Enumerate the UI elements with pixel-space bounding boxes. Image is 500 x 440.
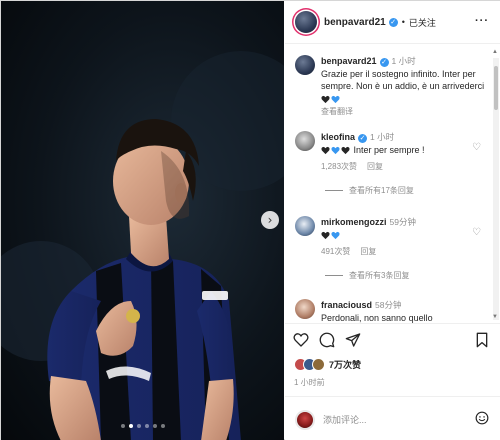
- comment-item: franaciousd 58分钟 Perdonali, non sanno que…: [295, 299, 485, 323]
- liker-avatar: [312, 358, 325, 371]
- view-replies-label: 查看所有3条回复: [349, 270, 410, 280]
- comment-username[interactable]: kleofina: [321, 132, 355, 142]
- add-comment-input[interactable]: [323, 414, 453, 425]
- comment-avatar[interactable]: [295, 216, 315, 236]
- blue-heart-icon: [331, 145, 341, 155]
- blue-heart-icon: [331, 94, 341, 104]
- caption-text: Grazie per il sostegno infinito. Inter p…: [321, 68, 485, 92]
- carousel-dot: [136, 424, 141, 428]
- player-photo-illustration: [1, 51, 284, 440]
- post-header: benpavard21 ✓ • 已关注 ···: [285, 1, 500, 44]
- post-photo[interactable]: ›: [1, 1, 284, 440]
- reply-button[interactable]: 回复: [367, 162, 383, 171]
- post-sidebar: benpavard21 ✓ • 已关注 ··· benpavard21 ✓ 1 小时…: [285, 1, 500, 440]
- verified-badge-icon: ✓: [388, 17, 398, 27]
- comment-time: 59分钟: [389, 217, 416, 227]
- verified-badge-icon: ✓: [379, 58, 389, 67]
- like-heart-icon[interactable]: [293, 332, 309, 348]
- carousel-dot: [128, 424, 133, 428]
- blue-heart-icon: [331, 230, 341, 240]
- add-comment-bar: [285, 396, 500, 440]
- caption-time: 1 小时: [391, 56, 416, 66]
- carousel-dot: [160, 424, 165, 428]
- instagram-post-window: › benpavard21 ✓ • 已关注 ··· benpavard21 ✓ 1 …: [0, 0, 500, 440]
- carousel-dots: [1, 424, 284, 428]
- black-heart-icon: [321, 145, 331, 155]
- comment-avatar[interactable]: [295, 131, 315, 151]
- author-avatar[interactable]: [295, 11, 317, 33]
- black-heart-icon: [341, 145, 351, 155]
- carousel-dot: [144, 424, 149, 428]
- caption: benpavard21 ✓ 1 小时 Grazie per il sostegno …: [295, 55, 485, 119]
- comment-bubble-icon[interactable]: [319, 332, 335, 348]
- current-user-avatar: [295, 409, 315, 430]
- post-actions: 7万次赞 1 小时前: [285, 323, 500, 440]
- posted-time: 1 小时前: [294, 378, 325, 387]
- caption-username[interactable]: benpavard21: [321, 56, 377, 66]
- comment-item: mirkomengozzi 59分钟 491次赞 回复 ♡ 查看所有3条回复: [295, 216, 485, 281]
- comment-username[interactable]: mirkomengozzi: [321, 217, 387, 227]
- share-paper-plane-icon[interactable]: [345, 332, 361, 348]
- author-username[interactable]: benpavard21: [324, 17, 386, 28]
- comment-item: kleofina ✓ 1 小时 Inter per sempre ! 1,283次赞…: [295, 131, 485, 196]
- carousel-next-button[interactable]: ›: [261, 211, 279, 229]
- comment-text: Perdonali, non sanno quello: [321, 312, 433, 323]
- like-comment-heart-icon[interactable]: ♡: [472, 142, 481, 153]
- chevron-right-icon: ›: [267, 213, 273, 227]
- likes-count[interactable]: 7万次赞: [329, 358, 361, 371]
- caption-avatar[interactable]: [295, 55, 315, 75]
- comments-scrollbar[interactable]: [493, 58, 499, 320]
- comment-time: 58分钟: [375, 300, 402, 310]
- carousel-dot: [152, 424, 157, 428]
- comment-likes[interactable]: 1,283次赞: [321, 162, 357, 171]
- comment-text: Inter per sempre !: [353, 144, 425, 155]
- comment-time: 1 小时: [370, 132, 395, 142]
- reply-button[interactable]: 回复: [360, 247, 376, 256]
- more-options-icon[interactable]: ···: [475, 15, 489, 27]
- translate-link[interactable]: 查看翻译: [321, 107, 353, 116]
- scroll-up-arrow-icon[interactable]: ▲: [492, 49, 498, 55]
- comment-likes[interactable]: 491次赞: [321, 247, 350, 256]
- view-replies-label: 查看所有17条回复: [349, 185, 414, 195]
- black-heart-icon: [321, 94, 331, 104]
- black-heart-icon: [321, 230, 331, 240]
- verified-badge-icon: ✓: [358, 134, 368, 143]
- follow-status-button[interactable]: 已关注: [409, 16, 436, 29]
- comments-section: benpavard21 ✓ 1 小时 Grazie per il sostegno …: [285, 45, 500, 323]
- comment-avatar[interactable]: [295, 299, 315, 319]
- scroll-down-arrow-icon[interactable]: ▼: [492, 314, 498, 320]
- emoji-picker-icon[interactable]: [475, 411, 489, 430]
- comment-username[interactable]: franaciousd: [321, 300, 372, 310]
- view-replies-link[interactable]: 查看所有3条回复: [325, 270, 485, 281]
- bookmark-icon[interactable]: [475, 332, 489, 353]
- view-replies-link[interactable]: 查看所有17条回复: [325, 185, 485, 196]
- like-comment-heart-icon[interactable]: ♡: [472, 227, 481, 238]
- header-separator: •: [401, 17, 405, 27]
- likes-summary[interactable]: 7万次赞: [294, 358, 361, 371]
- scrollbar-thumb[interactable]: [494, 66, 498, 110]
- carousel-dot: [120, 424, 125, 428]
